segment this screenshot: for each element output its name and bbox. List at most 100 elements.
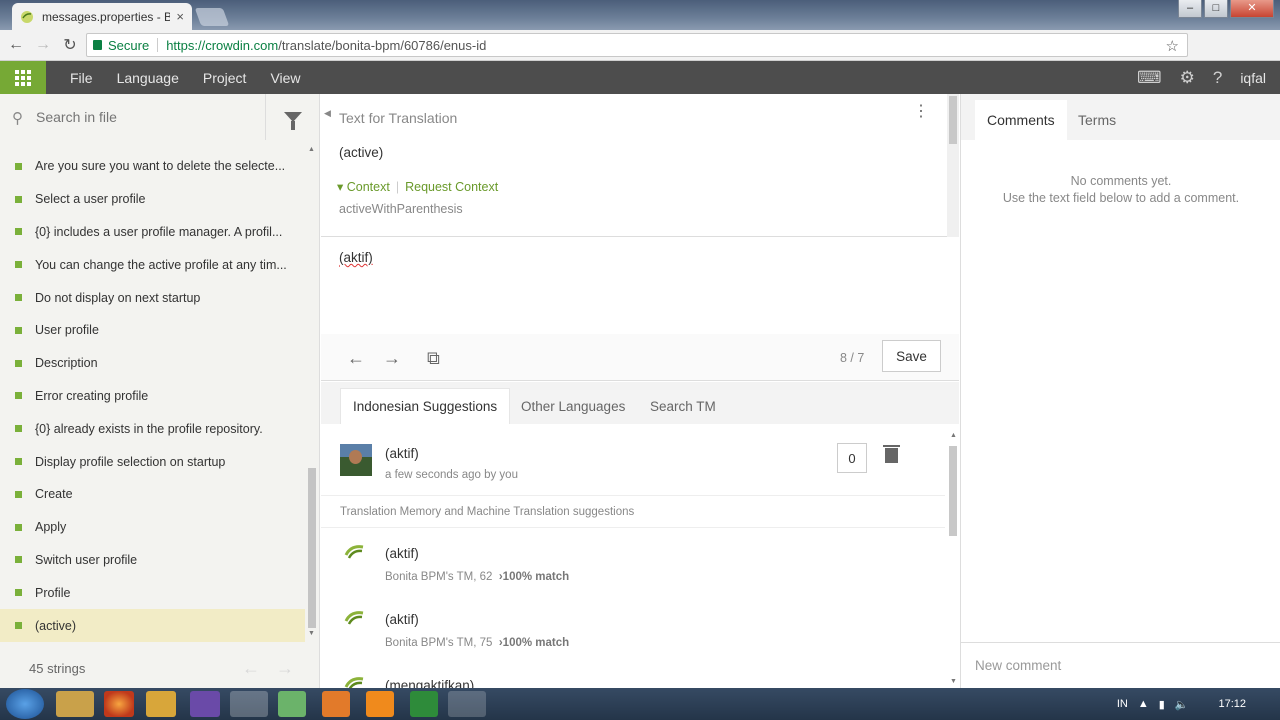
- string-text: (active): [35, 618, 76, 633]
- tab-close-icon[interactable]: ×: [176, 9, 184, 24]
- menu-file[interactable]: File: [70, 70, 93, 86]
- string-list-item[interactable]: Select a user profile: [0, 183, 305, 216]
- source-scrollbar[interactable]: [947, 94, 959, 237]
- show-hidden-icons-icon[interactable]: ▲: [1138, 698, 1149, 710]
- string-text: Switch user profile: [35, 552, 138, 567]
- string-list-item[interactable]: Error creating profile: [0, 380, 305, 413]
- chrome-taskbar-icon[interactable]: [230, 691, 268, 717]
- prev-page-icon[interactable]: ←: [242, 658, 260, 679]
- app-taskbar-icon[interactable]: [278, 691, 306, 717]
- string-list-item[interactable]: User profile: [0, 314, 305, 347]
- next-page-icon[interactable]: →: [276, 658, 294, 679]
- string-list-item[interactable]: {0} already exists in the profile reposi…: [0, 412, 305, 445]
- maximize-button[interactable]: □: [1204, 0, 1228, 18]
- scrollbar-thumb[interactable]: [308, 468, 316, 628]
- network-icon[interactable]: ▮: [1159, 698, 1165, 711]
- string-list-item[interactable]: Description: [0, 347, 305, 380]
- collapse-left-icon[interactable]: ◀: [324, 108, 331, 119]
- tab-comments[interactable]: Comments: [975, 100, 1067, 140]
- string-list-item[interactable]: Profile: [0, 576, 305, 609]
- close-window-button[interactable]: ✕: [1230, 0, 1274, 18]
- translated-status-icon: [15, 490, 22, 498]
- menu-project[interactable]: Project: [203, 70, 247, 86]
- string-list-item[interactable]: Display profile selection on startup: [0, 445, 305, 478]
- source-header: Text for Translation: [339, 110, 458, 126]
- apps-grid-icon[interactable]: [0, 61, 46, 94]
- back-button[interactable]: ←: [5, 34, 27, 56]
- suggestion-meta: a few seconds ago by you: [385, 469, 518, 481]
- app-taskbar-icon[interactable]: [366, 691, 394, 717]
- no-comments-hint: Use the text field below to add a commen…: [1002, 191, 1240, 205]
- bookmark-star-icon[interactable]: ☆: [1166, 37, 1179, 55]
- address-bar[interactable]: Secure https://crowdin.com/translate/bon…: [86, 33, 1188, 57]
- gear-icon[interactable]: ⚙: [1180, 68, 1195, 88]
- media-player-taskbar-icon[interactable]: [146, 691, 176, 717]
- context-toggle[interactable]: ▾ Context: [337, 180, 390, 194]
- translation-textarea[interactable]: (aktif): [339, 250, 373, 265]
- explorer-taskbar-icon[interactable]: [56, 691, 94, 717]
- strings-scrollbar[interactable]: ▲ ▼: [306, 146, 318, 640]
- translated-status-icon: [15, 294, 22, 302]
- reload-button[interactable]: ↻: [59, 34, 81, 56]
- volume-icon[interactable]: 🔈: [1175, 698, 1189, 711]
- source-menu-icon[interactable]: ⋮: [913, 104, 929, 120]
- delete-suggestion-icon[interactable]: [883, 445, 900, 463]
- keyboard-icon[interactable]: ⌨: [1137, 68, 1162, 88]
- context-label: Context: [346, 180, 390, 194]
- tab-terms[interactable]: Terms: [1066, 100, 1128, 140]
- string-list-item[interactable]: You can change the active profile at any…: [0, 248, 305, 281]
- string-list-item[interactable]: Create: [0, 478, 305, 511]
- tab-indonesian-suggestions[interactable]: Indonesian Suggestions: [340, 388, 511, 424]
- vote-count[interactable]: 0: [837, 443, 867, 473]
- firefox-taskbar-icon[interactable]: [104, 691, 134, 717]
- string-text: Description: [35, 356, 98, 371]
- tm-suggestion[interactable]: (aktif) Bonita BPM's TM, 75 ›100% match: [321, 595, 945, 661]
- save-button[interactable]: Save: [882, 340, 941, 372]
- filter-button[interactable]: [265, 94, 320, 140]
- request-context-link[interactable]: Request Context: [405, 180, 498, 194]
- app-taskbar-icon[interactable]: [448, 691, 486, 717]
- previous-string-icon[interactable]: ←: [347, 348, 365, 369]
- string-list-item[interactable]: {0} includes a user profile manager. A p…: [0, 216, 305, 249]
- tab-search-tm[interactable]: Search TM: [638, 388, 728, 424]
- search-input[interactable]: [36, 109, 256, 125]
- next-string-icon[interactable]: →: [383, 348, 401, 369]
- string-list-item[interactable]: Switch user profile: [0, 544, 305, 577]
- suggestions-scrollbar[interactable]: ▲ ▼: [947, 432, 959, 688]
- string-list-item[interactable]: (active): [0, 609, 305, 642]
- new-comment-input[interactable]: New comment: [961, 642, 1280, 688]
- menu-view[interactable]: View: [270, 70, 300, 86]
- user-name[interactable]: iqfal: [1240, 70, 1266, 86]
- start-button[interactable]: [6, 689, 44, 719]
- string-text: {0} already exists in the profile reposi…: [35, 421, 263, 436]
- menu-language[interactable]: Language: [117, 70, 179, 86]
- copy-source-icon[interactable]: ⧉: [427, 348, 440, 369]
- string-text: Select a user profile: [35, 192, 146, 207]
- scroll-down-icon[interactable]: ▼: [308, 630, 315, 637]
- browser-tab[interactable]: messages.properties - Bonita ×: [12, 3, 192, 30]
- tm-suggestion[interactable]: (mengaktifkan): [321, 661, 945, 688]
- string-text: Are you sure you want to delete the sele…: [35, 159, 286, 174]
- no-comments-text: No comments yet.: [1070, 174, 1172, 188]
- string-list: Are you sure you want to delete the sele…: [0, 150, 305, 642]
- string-list-item[interactable]: Do not display on next startup: [0, 281, 305, 314]
- string-list-item[interactable]: Apply: [0, 511, 305, 544]
- forward-button[interactable]: →: [32, 34, 54, 56]
- visual-studio-taskbar-icon[interactable]: [190, 691, 220, 717]
- my-suggestion[interactable]: (aktif) a few seconds ago by you 0: [321, 424, 945, 496]
- windows-taskbar: IN ▲ ▮ 🔈 17:12: [0, 688, 1280, 720]
- excel-taskbar-icon[interactable]: [410, 691, 438, 717]
- help-icon[interactable]: ?: [1213, 68, 1222, 88]
- minimize-button[interactable]: –: [1178, 0, 1202, 18]
- new-tab-button[interactable]: [194, 8, 230, 26]
- language-indicator[interactable]: IN: [1117, 698, 1128, 710]
- filter-icon: [284, 112, 302, 130]
- scroll-up-icon[interactable]: ▲: [308, 146, 315, 153]
- string-list-item[interactable]: Are you sure you want to delete the sele…: [0, 150, 305, 183]
- clock[interactable]: 17:12: [1218, 698, 1246, 710]
- tab-other-languages[interactable]: Other Languages: [509, 388, 637, 424]
- translated-status-icon: [15, 622, 22, 630]
- app-taskbar-icon[interactable]: [322, 691, 350, 717]
- tm-section-header: Translation Memory and Machine Translati…: [321, 496, 945, 528]
- tm-suggestion[interactable]: (aktif) Bonita BPM's TM, 62 ›100% match: [321, 529, 945, 595]
